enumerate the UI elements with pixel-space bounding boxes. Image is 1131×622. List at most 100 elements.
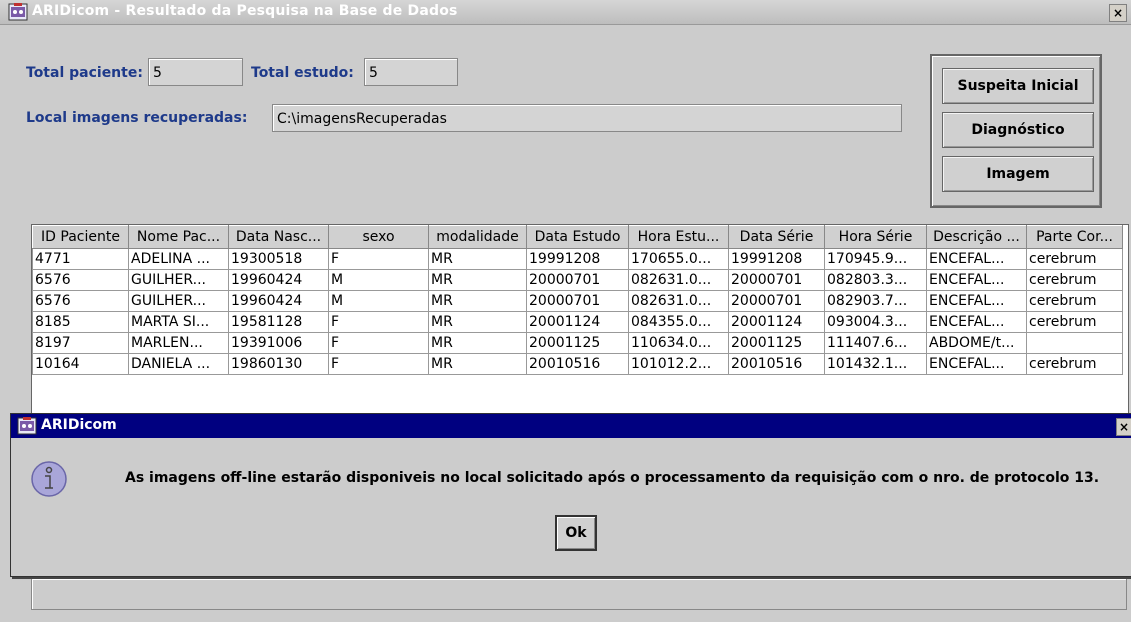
- table-cell: 19391006: [228, 332, 329, 354]
- table-cell: 20000701: [728, 269, 825, 291]
- column-header[interactable]: modalidade: [428, 225, 527, 249]
- ok-button[interactable]: Ok: [555, 515, 597, 551]
- table-cell: 4771: [32, 248, 129, 270]
- table-cell: 19300518: [228, 248, 329, 270]
- table-cell: F: [328, 353, 429, 375]
- table-cell: cerebrum: [1026, 311, 1123, 333]
- table-cell: F: [328, 248, 429, 270]
- table-cell: 20001125: [728, 332, 825, 354]
- total-paciente-field[interactable]: 5: [148, 58, 243, 86]
- table-cell: F: [328, 311, 429, 333]
- table-cell: F: [328, 332, 429, 354]
- table-cell: 8197: [32, 332, 129, 354]
- table-cell: M: [328, 269, 429, 291]
- table-cell: MR: [428, 290, 527, 312]
- table-cell: MARLEN...: [128, 332, 229, 354]
- table-cell: 8185: [32, 311, 129, 333]
- table-cell: [1026, 332, 1123, 354]
- column-header[interactable]: Data Estudo: [526, 225, 629, 249]
- column-header[interactable]: Nome Pac...: [128, 225, 229, 249]
- table-cell: 110634.0...: [628, 332, 729, 354]
- results-table-area[interactable]: ID Paciente Nome Pac... Data Nasc... sex…: [31, 224, 1129, 416]
- table-cell: 6576: [32, 290, 129, 312]
- table-cell: 20000701: [526, 269, 629, 291]
- table-cell: 101012.2...: [628, 353, 729, 375]
- table-cell: 20010516: [526, 353, 629, 375]
- column-header[interactable]: Parte Cor...: [1026, 225, 1123, 249]
- table-row[interactable]: 8185 MARTA SI... 19581128 F MR 20001124 084355…: [32, 311, 1123, 333]
- table-cell: MARTA SI...: [128, 311, 229, 333]
- table-header-row: ID Paciente Nome Pac... Data Nasc... sex…: [32, 225, 1123, 249]
- total-estudo-field[interactable]: 5: [364, 58, 458, 86]
- table-cell: 20010516: [728, 353, 825, 375]
- local-imagens-field[interactable]: C:\imagensRecuperadas: [272, 104, 902, 132]
- table-row[interactable]: 6576 GUILHER... 19960424 M MR 20000701 082631.…: [32, 290, 1123, 312]
- close-icon[interactable]: ×: [1116, 418, 1131, 436]
- table-cell: ABDOME/t...: [926, 332, 1027, 354]
- table-cell: MR: [428, 311, 527, 333]
- table-cell: 20001124: [526, 311, 629, 333]
- table-cell: 082903.7...: [824, 290, 927, 312]
- table-cell: 170945.9...: [824, 248, 927, 270]
- table-row[interactable]: 8197 MARLEN... 19391006 F MR 20001125 110634.0…: [32, 332, 1123, 354]
- column-header[interactable]: sexo: [328, 225, 429, 249]
- dialog-message: As imagens off-line estarão disponiveis …: [125, 470, 1100, 486]
- suspeita-inicial-button[interactable]: Suspeita Inicial: [942, 68, 1094, 104]
- column-header[interactable]: Hora Série: [824, 225, 927, 249]
- column-header[interactable]: ID Paciente: [32, 225, 129, 249]
- window-title: ARIDicom - Resultado da Pesquisa na Base…: [32, 3, 458, 19]
- table-cell: 20000701: [728, 290, 825, 312]
- table-cell: ENCEFAL...: [926, 311, 1027, 333]
- aridicom-app-icon: [17, 417, 37, 435]
- column-header[interactable]: Data Nasc...: [228, 225, 329, 249]
- local-imagens-label: Local imagens recuperadas:: [26, 110, 248, 126]
- table-cell: 20001125: [526, 332, 629, 354]
- table-cell: cerebrum: [1026, 353, 1123, 375]
- table-row[interactable]: 4771 ADELINA ... 19300518 F MR 19991208 170655…: [32, 248, 1123, 270]
- table-cell: M: [328, 290, 429, 312]
- table-cell: MR: [428, 248, 527, 270]
- table-cell: 170655.0...: [628, 248, 729, 270]
- table-cell: GUILHER...: [128, 290, 229, 312]
- dialog-title-bar: ARIDicom ×: [11, 414, 1131, 438]
- total-paciente-label: Total paciente:: [26, 65, 143, 81]
- table-cell: 19960424: [228, 290, 329, 312]
- title-bar: ARIDicom - Resultado da Pesquisa na Base…: [0, 0, 1131, 25]
- table-cell: 6576: [32, 269, 129, 291]
- column-header[interactable]: Hora Estu...: [628, 225, 729, 249]
- table-cell: 20001124: [728, 311, 825, 333]
- table-cell: 10164: [32, 353, 129, 375]
- column-header[interactable]: Descrição ...: [926, 225, 1027, 249]
- imagem-button[interactable]: Imagem: [942, 156, 1094, 192]
- action-button-panel: Suspeita Inicial Diagnóstico Imagem: [930, 54, 1102, 208]
- table-cell: 19581128: [228, 311, 329, 333]
- table-cell: 084355.0...: [628, 311, 729, 333]
- table-cell: 082631.0...: [628, 290, 729, 312]
- table-cell: ENCEFAL...: [926, 248, 1027, 270]
- table-cell: cerebrum: [1026, 269, 1123, 291]
- table-cell: 19991208: [526, 248, 629, 270]
- table-cell: MR: [428, 332, 527, 354]
- table-cell: MR: [428, 353, 527, 375]
- table-cell: ADELINA ...: [128, 248, 229, 270]
- diagnostico-button[interactable]: Diagnóstico: [942, 112, 1094, 148]
- table-cell: 111407.6...: [824, 332, 927, 354]
- table-cell: ENCEFAL...: [926, 269, 1027, 291]
- info-dialog: ARIDicom × As imagens off-line estarão d…: [10, 413, 1131, 577]
- table-row[interactable]: 10164 DANIELA ... 19860130 F MR 20010516 10101…: [32, 353, 1123, 375]
- dialog-title: ARIDicom: [41, 417, 117, 433]
- table-cell: 19991208: [728, 248, 825, 270]
- table-cell: 101432.1...: [824, 353, 927, 375]
- column-header[interactable]: Data Série: [728, 225, 825, 249]
- table-cell: 082631.0...: [628, 269, 729, 291]
- bottom-panel: [31, 578, 1127, 610]
- table-cell: ENCEFAL...: [926, 353, 1027, 375]
- table-cell: cerebrum: [1026, 290, 1123, 312]
- table-cell: 20000701: [526, 290, 629, 312]
- table-cell: DANIELA ...: [128, 353, 229, 375]
- table-cell: MR: [428, 269, 527, 291]
- table-cell: 082803.3...: [824, 269, 927, 291]
- table-row[interactable]: 6576 GUILHER... 19960424 M MR 20000701 082631.…: [32, 269, 1123, 291]
- close-icon[interactable]: ×: [1109, 4, 1127, 22]
- aridicom-app-icon: [8, 3, 28, 21]
